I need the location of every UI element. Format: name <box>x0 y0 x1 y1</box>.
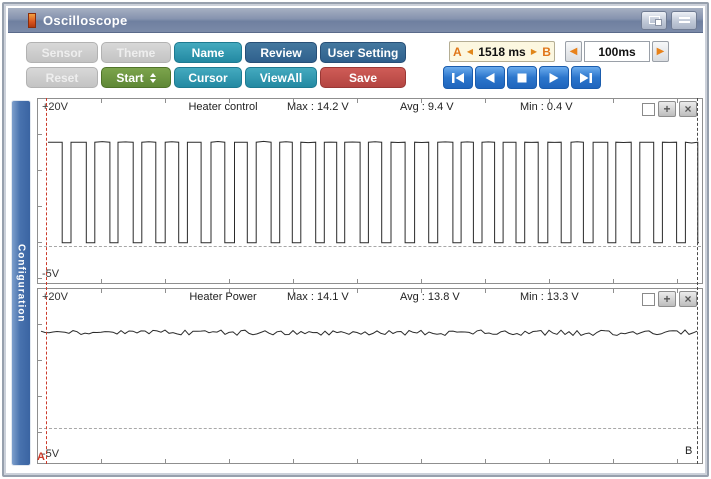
channel-name: Heater Power <box>189 291 257 303</box>
channel-zoom-button[interactable]: + <box>658 291 676 307</box>
user-setting-button[interactable]: User Setting <box>320 42 406 63</box>
step-forward-icon <box>549 72 559 83</box>
toolbar: Sensor Theme Name Review User Setting Re… <box>8 33 703 96</box>
channel-select-checkbox[interactable] <box>642 292 655 306</box>
window-controls <box>641 10 697 30</box>
channel-panel-heater-power: +20V Heater Power Max : 14.1 V Avg : 13.… <box>37 288 703 464</box>
skip-start-icon <box>452 72 464 83</box>
cursor-b-line[interactable] <box>697 98 698 464</box>
channel-zoom-button[interactable]: + <box>658 101 676 117</box>
avg-stat: Avg : 9.4 V <box>400 101 454 113</box>
ab-time-readout: A ◀ 1518 ms ▶ B <box>449 41 555 62</box>
left-arrow-icon: ◀ <box>569 46 578 57</box>
cursor-a-left-arrow-icon: ◀ <box>466 47 474 56</box>
configuration-label: Configuration <box>15 243 27 323</box>
cursor-b-right-arrow-icon: ▶ <box>530 47 538 56</box>
skip-to-start-button[interactable] <box>443 66 473 89</box>
cursor-b-marker: B <box>685 445 693 457</box>
timing-row: A ◀ 1518 ms ▶ B ◀ 100ms ▶ <box>449 41 691 62</box>
skip-to-end-button[interactable] <box>571 66 601 89</box>
shade-window-button[interactable] <box>671 10 697 30</box>
window-title: Oscilloscope <box>43 12 128 28</box>
vmin-label: -5V <box>42 268 60 280</box>
skip-end-icon <box>580 72 592 83</box>
zero-volt-dashed-line <box>39 428 701 430</box>
max-stat: Max : 14.1 V <box>287 291 349 303</box>
oscilloscope-window: Oscilloscope Sensor Theme Name Review Us… <box>2 2 709 477</box>
channel-panel-heater-control: +20V Heater control Max : 14.2 V Avg : 9… <box>37 98 703 284</box>
channel-controls: + × <box>642 291 697 307</box>
cursor-button[interactable]: Cursor <box>174 67 242 88</box>
ab-time-value: 1518 ms <box>478 44 526 59</box>
avg-stat: Avg : 13.8 V <box>400 291 460 303</box>
timebase-increase-button[interactable]: ▶ <box>652 41 669 62</box>
waveform-heater-power <box>40 329 698 337</box>
start-button[interactable]: Start <box>101 67 171 88</box>
close-icon: × <box>684 102 692 116</box>
timebase-decrease-button[interactable]: ◀ <box>565 41 582 62</box>
save-button[interactable]: Save <box>320 67 406 88</box>
cursor-a-marker: A <box>37 451 45 463</box>
channel-close-button[interactable]: × <box>679 101 697 117</box>
step-back-icon <box>485 72 495 83</box>
app-icon <box>28 12 36 28</box>
min-stat: Min : 0.4 V <box>520 101 573 113</box>
review-button[interactable]: Review <box>245 42 317 63</box>
toolbar-buttons: Sensor Theme Name Review User Setting Re… <box>26 42 406 88</box>
sensor-button[interactable]: Sensor <box>26 42 98 63</box>
close-icon: × <box>684 292 692 306</box>
step-forward-button[interactable] <box>539 66 569 89</box>
name-button[interactable]: Name <box>174 42 242 63</box>
max-stat: Max : 14.2 V <box>287 101 349 113</box>
channel-panels: +20V Heater control Max : 14.2 V Avg : 9… <box>37 98 703 464</box>
restore-icon <box>648 16 662 26</box>
view-all-button[interactable]: ViewAll <box>245 67 317 88</box>
cursor-a-line[interactable] <box>46 98 47 464</box>
timebase-value[interactable]: 100ms <box>584 41 650 62</box>
start-spinner-icon <box>149 72 156 83</box>
cursor-b-readout-label: B <box>542 44 551 59</box>
page-background: Oscilloscope Sensor Theme Name Review Us… <box>0 0 711 479</box>
shade-icon <box>678 16 690 24</box>
plus-icon: + <box>663 102 671 116</box>
waveform-heater-control <box>48 140 699 244</box>
transport-controls <box>443 66 691 89</box>
title-bar[interactable]: Oscilloscope <box>8 8 703 33</box>
reset-button[interactable]: Reset <box>26 67 98 88</box>
timebase-group: ◀ 100ms ▶ <box>565 41 669 62</box>
zero-volt-dashed-line <box>39 246 701 248</box>
right-arrow-icon: ▶ <box>656 46 665 57</box>
stop-button[interactable] <box>507 66 537 89</box>
channel-controls: + × <box>642 101 697 117</box>
channel-name: Heater control <box>188 101 258 113</box>
step-back-button[interactable] <box>475 66 505 89</box>
theme-button[interactable]: Theme <box>101 42 171 63</box>
scope-area: Configuration +20V Heater control Max : … <box>8 96 703 471</box>
channel-close-button[interactable]: × <box>679 291 697 307</box>
min-stat: Min : 13.3 V <box>520 291 579 303</box>
cursor-a-readout-label: A <box>453 44 462 59</box>
restore-window-button[interactable] <box>641 10 667 30</box>
start-button-label: Start <box>116 70 144 85</box>
plus-icon: + <box>663 292 671 306</box>
configuration-sidebar-tab[interactable]: Configuration <box>11 100 31 466</box>
stop-icon <box>517 73 527 82</box>
timing-controls: A ◀ 1518 ms ▶ B ◀ 100ms ▶ <box>443 41 691 89</box>
channel-select-checkbox[interactable] <box>642 102 655 116</box>
